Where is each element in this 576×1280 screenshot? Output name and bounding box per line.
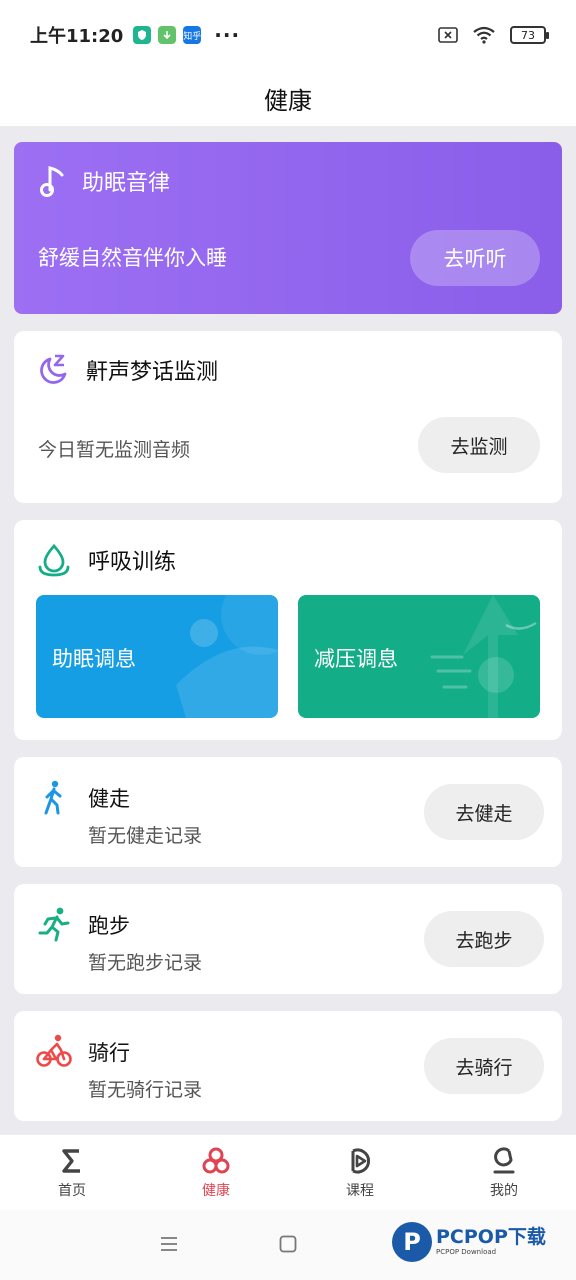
main-content: 助眠音律 舒缓自然音伴你入睡 去听听 鼾声梦话监测 今日暂无监测音频 去监测 呼… bbox=[14, 142, 562, 1121]
health-rings-icon bbox=[202, 1147, 230, 1173]
go-running-button[interactable]: 去跑步 bbox=[424, 911, 544, 967]
cycling-card[interactable]: 骑行 暂无骑行记录 去骑行 bbox=[14, 1011, 562, 1121]
more-icon: ··· bbox=[214, 23, 241, 47]
course-play-icon bbox=[351, 1148, 371, 1173]
running-card[interactable]: 跑步 暂无跑步记录 去跑步 bbox=[14, 884, 562, 994]
sigma-home-icon bbox=[62, 1148, 80, 1173]
sleep-music-title-row: 助眠音律 bbox=[38, 164, 170, 198]
breathing-training-card: 呼吸训练 助眠调息 减压调息 bbox=[14, 520, 562, 740]
sleep-breathing-tile[interactable]: 助眠调息 bbox=[36, 595, 278, 718]
profile-icon bbox=[493, 1146, 515, 1173]
tab-profile[interactable]: 我的 bbox=[432, 1135, 576, 1210]
menu-icon[interactable] bbox=[159, 1235, 179, 1253]
snore-monitor-card[interactable]: 鼾声梦话监测 今日暂无监测音频 去监测 bbox=[14, 331, 562, 503]
wifi-icon bbox=[473, 26, 495, 44]
breathing-title-row: 呼吸训练 bbox=[36, 542, 176, 578]
watermark-text: PCPOP下载 bbox=[436, 1226, 546, 1248]
tab-health[interactable]: 健康 bbox=[144, 1135, 288, 1210]
walking-subtitle: 暂无健走记录 bbox=[88, 825, 203, 847]
watermark-text-group: PCPOP下载 PCPOP Download bbox=[436, 1227, 546, 1257]
sleep-breathing-label: 助眠调息 bbox=[52, 647, 136, 671]
tab-home[interactable]: 首页 bbox=[0, 1135, 144, 1210]
snore-title: 鼾声梦话监测 bbox=[86, 360, 219, 385]
tab-health-label: 健康 bbox=[202, 1182, 230, 1199]
watermark-subtext: PCPOP Download bbox=[436, 1248, 497, 1256]
tab-profile-label: 我的 bbox=[490, 1182, 518, 1199]
status-time: 上午11:20 bbox=[30, 26, 124, 47]
cycling-subtitle: 暂无骑行记录 bbox=[88, 1079, 203, 1101]
listen-button[interactable]: 去听听 bbox=[410, 230, 540, 286]
running-icon bbox=[38, 907, 70, 942]
tab-home-label: 首页 bbox=[58, 1182, 86, 1199]
zhihu-app-icon: 知乎 bbox=[183, 26, 201, 44]
monitor-button[interactable]: 去监测 bbox=[418, 417, 540, 473]
moon-z-icon bbox=[40, 354, 67, 384]
walking-icon bbox=[44, 780, 62, 815]
stress-breathing-label: 减压调息 bbox=[314, 647, 398, 671]
sim-off-icon bbox=[438, 27, 458, 43]
running-name: 跑步 bbox=[88, 914, 130, 938]
bottom-tab-bar: 首页 健康 课程 我的 bbox=[0, 1134, 576, 1210]
walking-card[interactable]: 健走 暂无健走记录 去健走 bbox=[14, 757, 562, 867]
download-app-icon bbox=[158, 26, 177, 44]
pcpop-watermark: P PCPOP下载 PCPOP Download bbox=[392, 1222, 546, 1262]
running-subtitle: 暂无跑步记录 bbox=[88, 952, 203, 974]
shield-app-icon bbox=[133, 26, 152, 44]
walking-name: 健走 bbox=[88, 787, 130, 811]
cycling-icon bbox=[36, 1034, 72, 1067]
music-note-icon bbox=[40, 166, 64, 197]
tab-courses-label: 课程 bbox=[346, 1182, 374, 1199]
pcpop-logo: P bbox=[392, 1222, 432, 1262]
sleep-music-card[interactable]: 助眠音律 舒缓自然音伴你入睡 去听听 bbox=[14, 142, 562, 314]
page-title: 健康 bbox=[0, 70, 576, 126]
battery-indicator: 73 bbox=[510, 26, 549, 44]
snore-title-row: 鼾声梦话监测 bbox=[36, 353, 218, 387]
stress-breathing-tile[interactable]: 减压调息 bbox=[298, 595, 540, 718]
cycling-name: 骑行 bbox=[88, 1041, 130, 1065]
sleep-music-description: 舒缓自然音伴你入睡 bbox=[38, 246, 227, 270]
snore-description: 今日暂无监测音频 bbox=[38, 439, 191, 461]
go-cycling-button[interactable]: 去骑行 bbox=[424, 1038, 544, 1094]
go-walking-button[interactable]: 去健走 bbox=[424, 784, 544, 840]
status-bar: 上午11:20 知乎 ··· 73 bbox=[0, 0, 576, 70]
water-drop-icon bbox=[38, 543, 70, 577]
sleep-music-title: 助眠音律 bbox=[82, 171, 171, 196]
home-square-icon[interactable] bbox=[279, 1235, 297, 1253]
breathing-title: 呼吸训练 bbox=[88, 550, 177, 575]
tab-courses[interactable]: 课程 bbox=[288, 1135, 432, 1210]
